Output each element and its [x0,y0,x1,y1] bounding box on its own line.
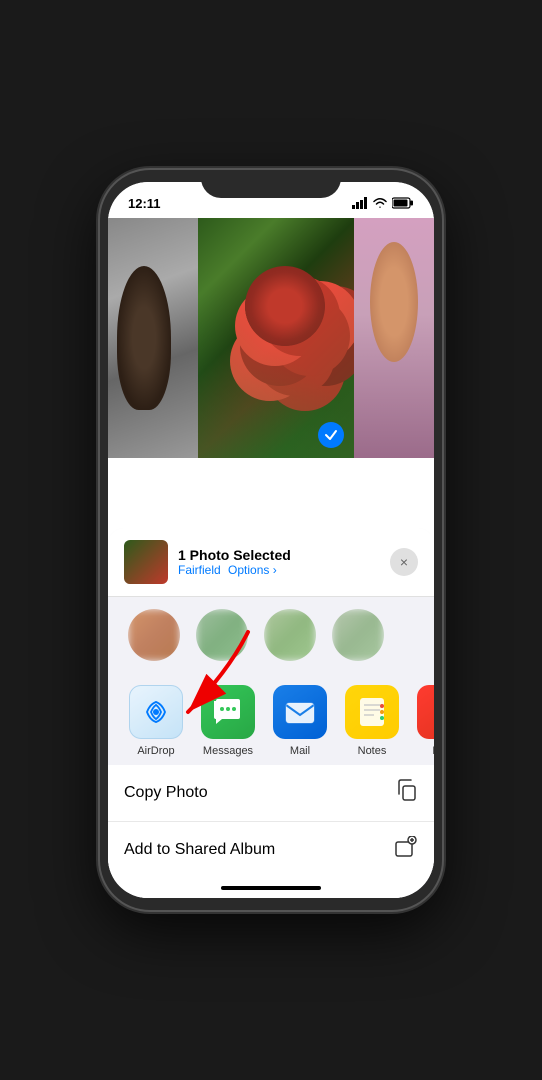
photo-area[interactable] [108,218,434,458]
contact-avatar-1 [128,609,180,661]
contact-item-2[interactable] [192,609,252,665]
messages-label: Messages [203,745,253,757]
notch [201,170,341,198]
selected-badge [318,422,344,448]
add-to-shared-album-row[interactable]: Add to Shared Album [108,822,434,878]
battery-icon [392,197,414,209]
sheet-title: 1 Photo Selected [178,547,380,563]
shared-album-icon [394,836,418,864]
contact-avatar-4 [332,609,384,661]
sheet-thumbnail [124,540,168,584]
reminders-icon [417,685,434,739]
notes-item[interactable]: Notes [336,685,408,757]
contact-item[interactable] [124,609,184,665]
airdrop-item[interactable]: AirDrop [120,685,192,757]
notes-label: Notes [358,745,387,757]
close-button[interactable]: × [390,548,418,576]
reminders-label: Re... [432,745,434,757]
contact-item-3[interactable] [260,609,320,665]
messages-item[interactable]: Messages [192,685,264,757]
home-bar [221,886,321,890]
person-photo [354,218,434,458]
bottom-sheet: 1 Photo Selected Fairfield Options › × [108,528,434,898]
status-icons [352,197,414,209]
dog-photo [108,218,198,458]
airdrop-icon [129,685,183,739]
sheet-location: Fairfield [178,563,221,577]
add-to-shared-album-label: Add to Shared Album [124,841,275,859]
sheet-header-text: 1 Photo Selected Fairfield Options › [178,547,380,577]
app-row: AirDrop Messages [108,677,434,765]
mail-label: Mail [290,745,310,757]
photo-center[interactable] [198,218,354,458]
phone-screen: 12:11 [108,182,434,898]
status-time: 12:11 [128,196,161,211]
copy-photo-label: Copy Photo [124,784,208,802]
messages-icon [201,685,255,739]
copy-photo-row[interactable]: Copy Photo [108,765,434,822]
sheet-subtitle: Fairfield Options › [178,563,380,577]
sheet-header: 1 Photo Selected Fairfield Options › × [108,528,434,597]
contact-avatar-2 [196,609,248,661]
contact-avatar-3 [264,609,316,661]
signal-icon [352,197,368,209]
reminders-item[interactable]: Re... [408,685,434,757]
mail-icon [273,685,327,739]
wifi-icon [372,197,388,209]
notes-icon [345,685,399,739]
airdrop-label: AirDrop [137,745,174,757]
contact-item-4[interactable] [328,609,388,665]
options-link[interactable]: Options › [228,563,277,577]
photo-left[interactable] [108,218,198,458]
mail-item[interactable]: Mail [264,685,336,757]
home-indicator [108,878,434,898]
photo-right[interactable] [354,218,434,458]
phone-frame: 12:11 [100,170,442,910]
contact-row [108,597,434,677]
copy-icon [396,779,418,807]
